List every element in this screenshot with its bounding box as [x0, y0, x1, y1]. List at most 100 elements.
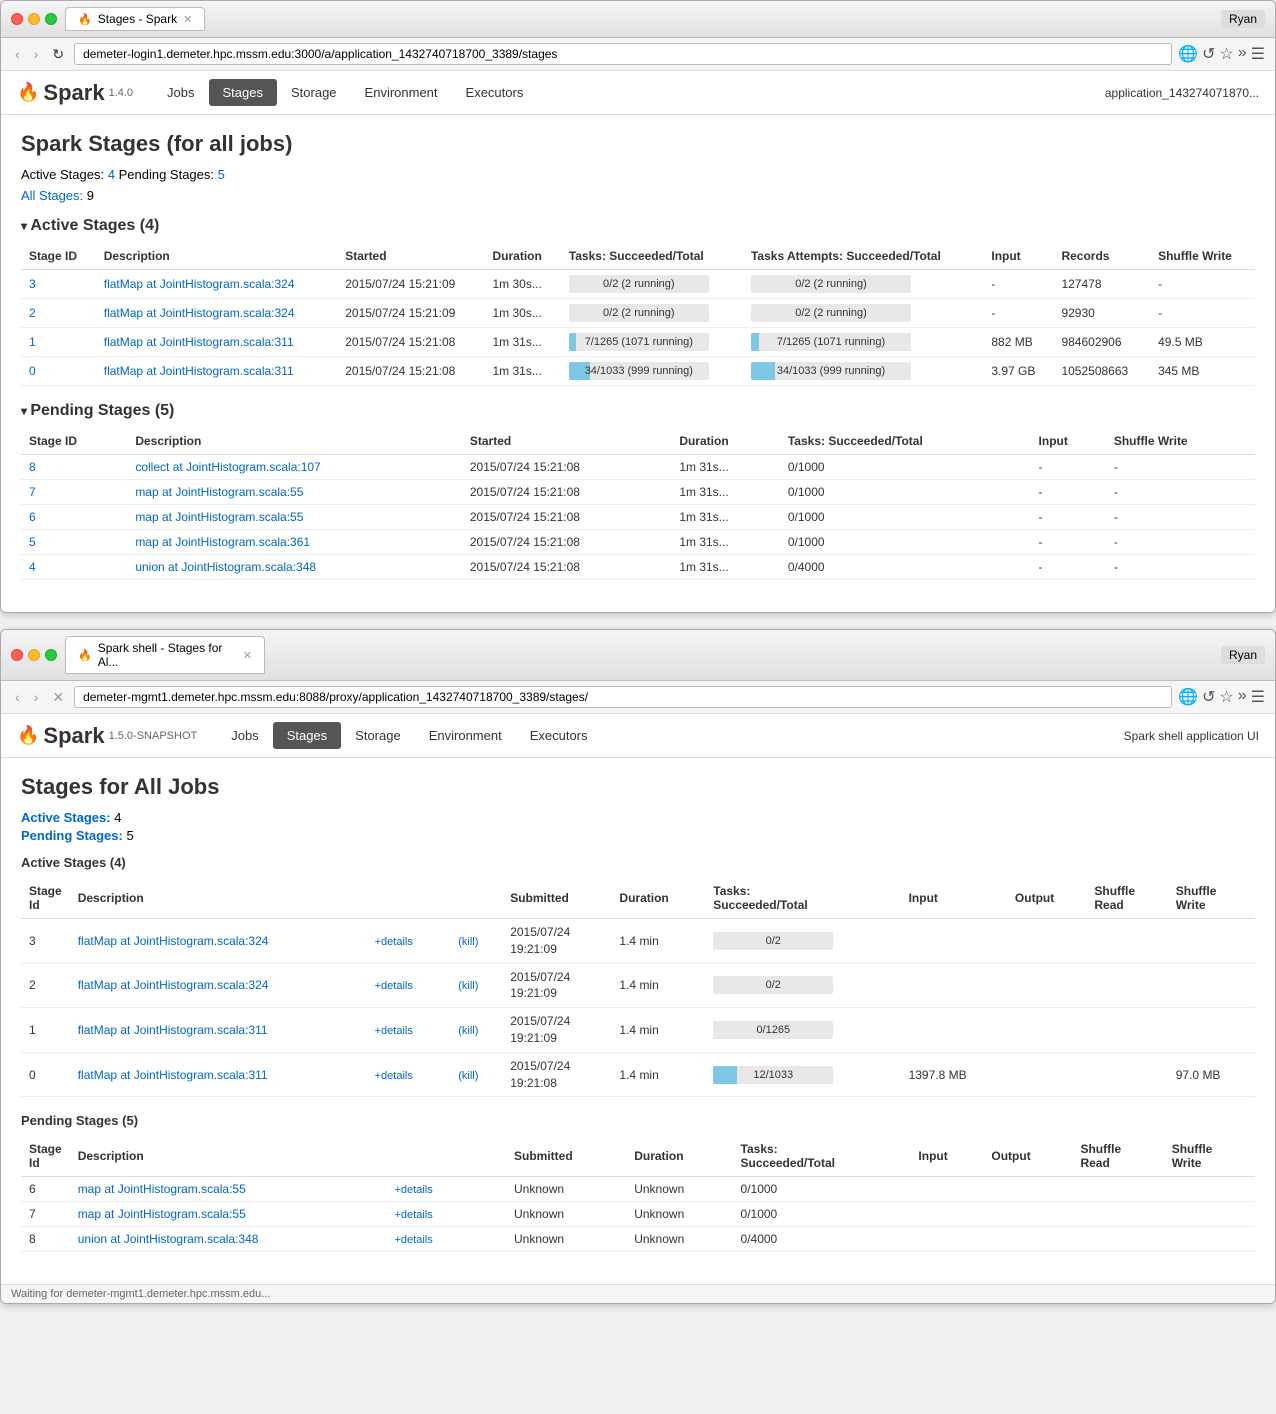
p-desc-link-2[interactable]: map at JointHistogram.scala:55 [78, 1182, 246, 1196]
kill-link[interactable]: (kill) [458, 1025, 478, 1037]
cell-stage-id: 0 [21, 357, 96, 386]
description-link[interactable]: flatMap at JointHistogram.scala:311 [104, 364, 294, 378]
address-input-2[interactable] [74, 686, 1172, 708]
desc-link-2[interactable]: flatMap at JointHistogram.scala:311 [78, 1023, 268, 1037]
pending-stages-section-title[interactable]: Pending Stages (5) [21, 402, 1255, 420]
forward-button[interactable]: › [30, 44, 43, 64]
p-stage-id-link[interactable]: 5 [29, 535, 36, 549]
close-button-2[interactable] [11, 649, 23, 661]
description-link[interactable]: flatMap at JointHistogram.scala:324 [104, 306, 295, 320]
th-duration: Duration [484, 243, 560, 270]
active-stages-section-title[interactable]: Active Stages (4) [21, 217, 1255, 235]
menu-icon[interactable]: ☰ [1251, 44, 1265, 64]
minimize-button-2[interactable] [28, 649, 40, 661]
nav-executors-2[interactable]: Executors [516, 722, 602, 749]
active-stages-count[interactable]: 4 [108, 167, 115, 182]
star-icon[interactable]: ☆ [1219, 44, 1233, 64]
p-description-link[interactable]: map at JointHistogram.scala:55 [135, 485, 303, 499]
nav-storage[interactable]: Storage [277, 79, 351, 106]
th2p-stage-id: StageId [21, 1136, 70, 1177]
stage-id-link[interactable]: 3 [29, 277, 36, 291]
p-stage-id-link[interactable]: 4 [29, 560, 36, 574]
details-link[interactable]: +details [375, 980, 413, 992]
p-details-link[interactable]: +details [395, 1209, 433, 1221]
cell-duration: 1m 31s... [484, 328, 560, 357]
p-description-link[interactable]: map at JointHistogram.scala:55 [135, 510, 303, 524]
minimize-button[interactable] [28, 13, 40, 25]
cell-p-tasks: 0/1000 [780, 505, 1031, 530]
reload-icon[interactable]: ↺ [1202, 44, 1215, 64]
nav-executors[interactable]: Executors [452, 79, 538, 106]
tasks-progress-label-2: 12/1033 [713, 1066, 833, 1084]
details-link[interactable]: +details [375, 936, 413, 948]
cell2-description: flatMap at JointHistogram.scala:324 [70, 919, 367, 964]
maximize-button-2[interactable] [45, 649, 57, 661]
kill-link[interactable]: (kill) [458, 1070, 478, 1082]
pending-stages-count[interactable]: 5 [218, 167, 225, 182]
nav-environment-2[interactable]: Environment [415, 722, 516, 749]
more-icon[interactable]: » [1238, 44, 1247, 64]
th2-stage-id: StageId [21, 878, 70, 919]
details-link[interactable]: +details [375, 1070, 413, 1082]
th-tasks: Tasks: Succeeded/Total [561, 243, 743, 270]
p-stage-id-link[interactable]: 7 [29, 485, 36, 499]
tab-close-icon-2[interactable]: ✕ [243, 649, 252, 662]
nav-storage-2[interactable]: Storage [341, 722, 415, 749]
forward-button-2[interactable]: › [30, 687, 43, 707]
maximize-button[interactable] [45, 13, 57, 25]
p-stage-id-link[interactable]: 8 [29, 460, 36, 474]
p-description-link[interactable]: union at JointHistogram.scala:348 [135, 560, 316, 574]
refresh-button-2[interactable]: ✕ [48, 687, 68, 708]
cell-records: 984602906 [1053, 328, 1150, 357]
stage-id-link[interactable]: 1 [29, 335, 36, 349]
back-button-2[interactable]: ‹ [11, 687, 24, 707]
spark-flame-icon-2: 🔥 [17, 725, 39, 746]
details-link[interactable]: +details [375, 1025, 413, 1037]
active-stages-section-title-2: Active Stages (4) [21, 855, 1255, 870]
star-icon-2[interactable]: ☆ [1219, 687, 1233, 707]
menu-icon-2[interactable]: ☰ [1251, 687, 1265, 707]
p-stage-id-link[interactable]: 6 [29, 510, 36, 524]
stage-id-link[interactable]: 2 [29, 306, 36, 320]
p-desc-link-2[interactable]: union at JointHistogram.scala:348 [78, 1232, 259, 1246]
nav-stages-2[interactable]: Stages [273, 722, 341, 749]
p-description-link[interactable]: map at JointHistogram.scala:361 [135, 535, 310, 549]
cell2p-kill [480, 1227, 506, 1252]
globe-icon-2[interactable]: 🌐 [1178, 687, 1198, 707]
cell-p-tasks: 0/4000 [780, 555, 1031, 580]
cell-p-shuffle-write: - [1106, 480, 1255, 505]
p-description-link[interactable]: collect at JointHistogram.scala:107 [135, 460, 320, 474]
address-input[interactable] [74, 43, 1172, 65]
stage-id-link[interactable]: 0 [29, 364, 36, 378]
desc-link-2[interactable]: flatMap at JointHistogram.scala:324 [78, 978, 269, 992]
active-stages-label-2: Active Stages: [21, 810, 111, 825]
nav-environment[interactable]: Environment [351, 79, 452, 106]
back-button[interactable]: ‹ [11, 44, 24, 64]
nav-jobs-2[interactable]: Jobs [217, 722, 272, 749]
desc-link-2[interactable]: flatMap at JointHistogram.scala:311 [78, 1068, 268, 1082]
cell-p-shuffle-write: - [1106, 455, 1255, 480]
all-stages-label[interactable]: All Stages: [21, 188, 83, 203]
browser-tab-active[interactable]: 🔥 Stages - Spark ✕ [65, 7, 205, 31]
p-desc-link-2[interactable]: map at JointHistogram.scala:55 [78, 1207, 246, 1221]
globe-icon[interactable]: 🌐 [1178, 44, 1198, 64]
reload-icon-2[interactable]: ↺ [1202, 687, 1215, 707]
p-details-link[interactable]: +details [395, 1184, 433, 1196]
close-button[interactable] [11, 13, 23, 25]
description-link[interactable]: flatMap at JointHistogram.scala:324 [104, 277, 295, 291]
attempts-progress-label: 0/2 (2 running) [751, 275, 911, 293]
desc-link-2[interactable]: flatMap at JointHistogram.scala:324 [78, 934, 269, 948]
cell2-details: +details [367, 1052, 451, 1097]
nav-jobs[interactable]: Jobs [153, 79, 208, 106]
refresh-button[interactable]: ↻ [48, 44, 68, 65]
kill-link[interactable]: (kill) [458, 980, 478, 992]
browser-tab-active-2[interactable]: 🔥 Spark shell - Stages for Al... ✕ [65, 636, 265, 674]
cell2p-stage-id: 6 [21, 1177, 70, 1202]
cell-input: - [983, 270, 1053, 299]
description-link[interactable]: flatMap at JointHistogram.scala:311 [104, 335, 294, 349]
tab-close-icon[interactable]: ✕ [183, 13, 192, 26]
more-icon-2[interactable]: » [1238, 687, 1247, 707]
kill-link[interactable]: (kill) [458, 936, 478, 948]
nav-stages[interactable]: Stages [209, 79, 277, 106]
p-details-link[interactable]: +details [395, 1234, 433, 1246]
